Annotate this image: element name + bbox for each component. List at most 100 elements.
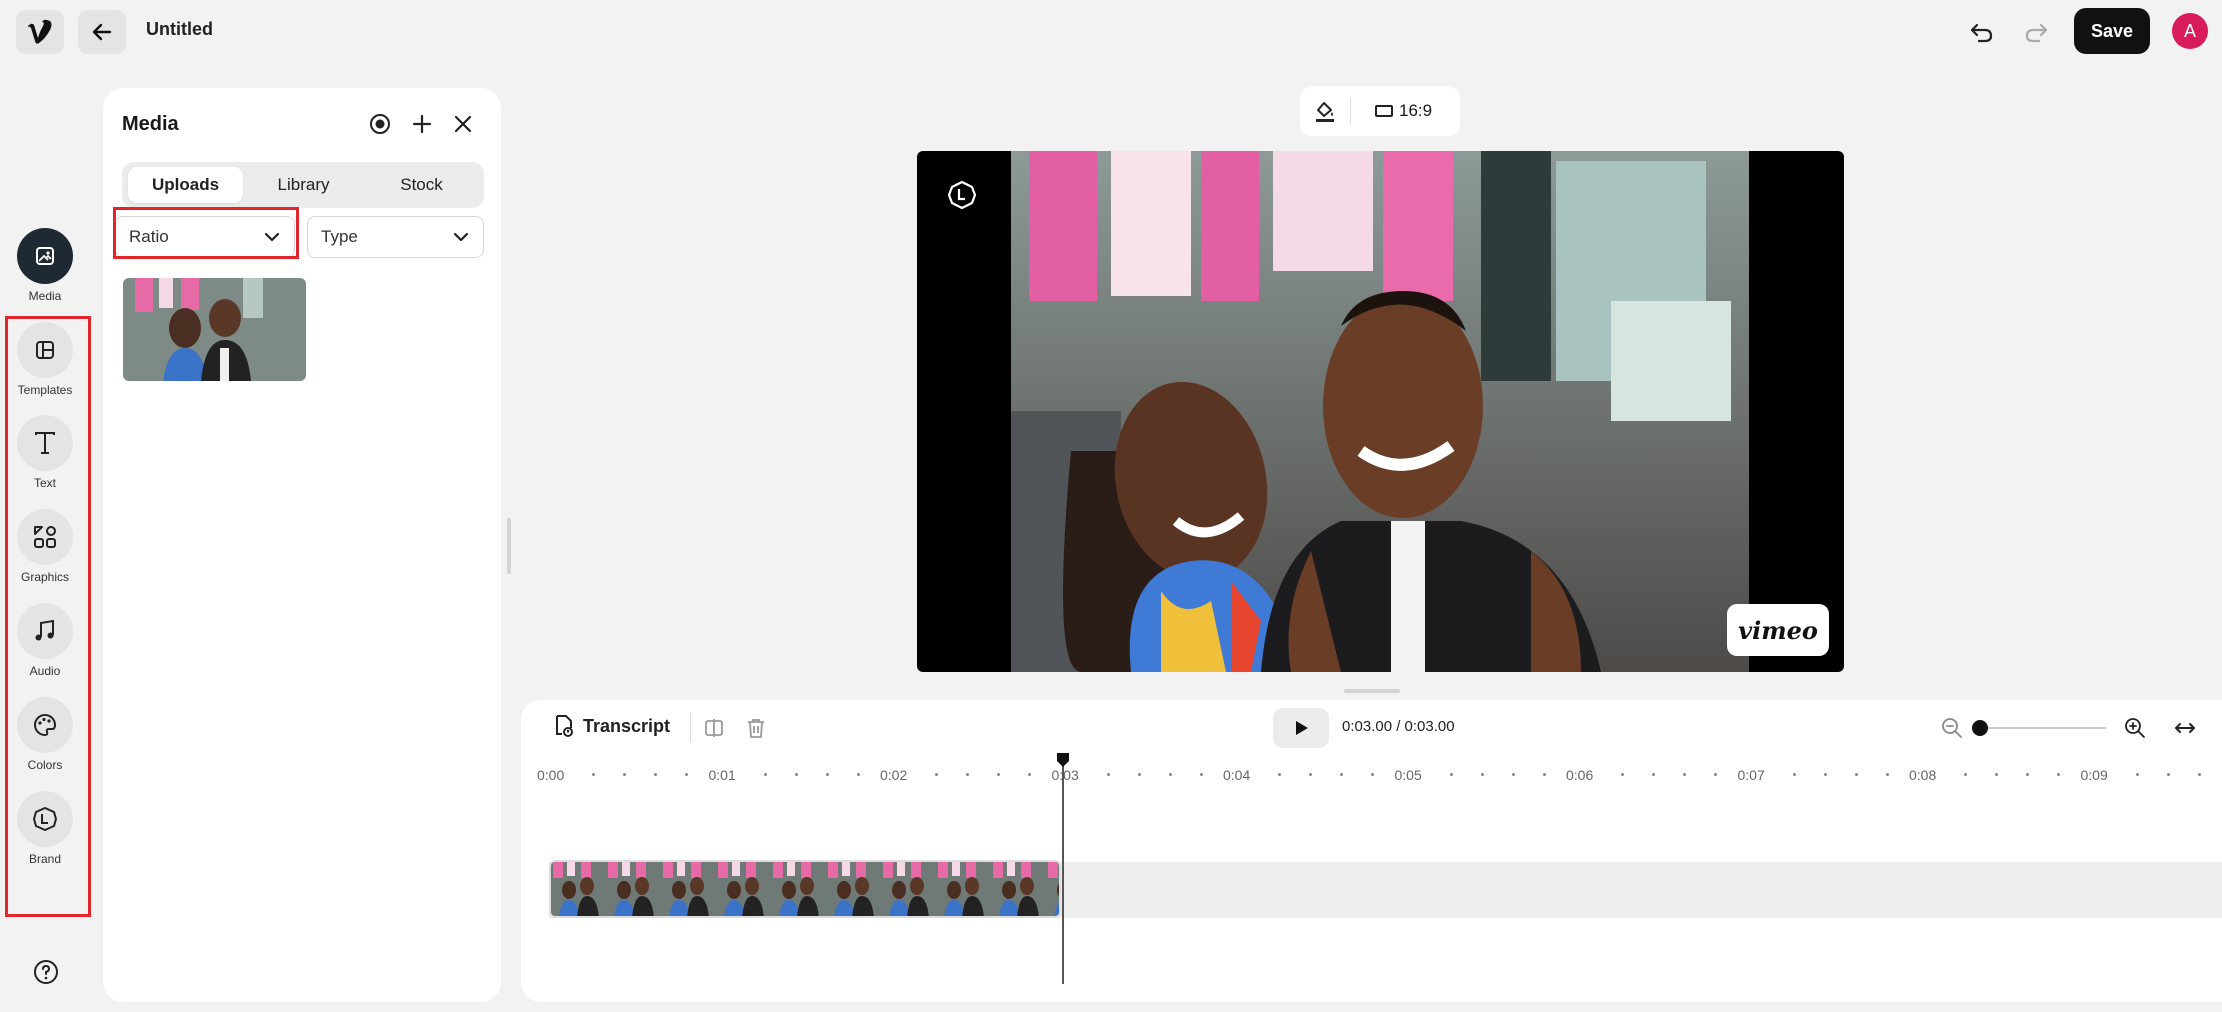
clip-frame (826, 862, 881, 916)
delete-button[interactable] (744, 716, 768, 740)
tab-library[interactable]: Library (246, 167, 361, 203)
uploaded-media-thumbnail[interactable] (123, 278, 306, 381)
canvas-toolbar: 16:9 (1300, 86, 1460, 136)
paint-bucket-icon (1313, 99, 1337, 123)
ruler-tick (1543, 773, 1546, 776)
document-title[interactable]: Untitled (146, 19, 213, 40)
brand-watermark (947, 180, 977, 210)
tab-stock[interactable]: Stock (364, 167, 479, 203)
plus-icon (411, 113, 433, 135)
ruler-tick (1138, 773, 1141, 776)
ruler-tick (935, 773, 938, 776)
type-dropdown[interactable]: Type (307, 216, 484, 258)
trash-icon (745, 717, 767, 739)
aspect-ratio-button[interactable]: 16:9 (1375, 101, 1432, 121)
chevron-down-icon (452, 228, 470, 246)
ruler-tick (623, 773, 626, 776)
ruler-tick (1340, 773, 1343, 776)
ruler-tick (2198, 773, 2201, 776)
media-source-tabs: Uploads Library Stock (122, 162, 484, 208)
vimeo-logo-icon (26, 19, 54, 45)
zoom-slider-track[interactable] (1978, 727, 2106, 729)
clip-frame (1046, 862, 1061, 916)
clip-frame (716, 862, 771, 916)
toolbar-divider (690, 712, 691, 742)
zoom-in-button[interactable] (2123, 716, 2147, 740)
redo-icon (2023, 20, 2049, 44)
back-button[interactable] (78, 10, 126, 54)
close-panel-button[interactable] (450, 111, 476, 137)
ruler-tick (826, 773, 829, 776)
transcript-button[interactable]: Transcript (551, 714, 670, 738)
timeline-resize-handle[interactable] (1344, 689, 1400, 693)
aspect-ratio-label: 16:9 (1399, 101, 1432, 121)
ruler-tick (1621, 773, 1624, 776)
clip-frame (551, 862, 606, 916)
clip-frame (771, 862, 826, 916)
redo-button[interactable] (2018, 14, 2054, 50)
record-icon (369, 113, 391, 135)
video-preview[interactable]: vimeo (917, 151, 1844, 672)
zoom-in-icon (2124, 717, 2146, 739)
brand-badge-icon (947, 180, 977, 210)
playhead-marker-icon (1055, 752, 1071, 768)
arrow-left-icon (90, 20, 114, 44)
tab-uploads[interactable]: Uploads (128, 167, 243, 203)
ruler-tick (1481, 773, 1484, 776)
panel-title: Media (122, 113, 179, 136)
fit-timeline-button[interactable] (2173, 716, 2197, 740)
rail-item-media[interactable]: Media (0, 228, 90, 303)
zoom-slider-knob[interactable] (1972, 720, 1988, 736)
aspect-ratio-icon (1375, 104, 1393, 118)
ruler-label: 0:04 (1223, 767, 1250, 783)
ruler-label: 0:07 (1738, 767, 1765, 783)
user-avatar[interactable]: A (2172, 13, 2208, 49)
ruler-tick (592, 773, 595, 776)
vimeo-home-button[interactable] (16, 10, 64, 54)
add-media-button[interactable] (409, 111, 435, 137)
split-button[interactable] (702, 716, 726, 740)
ruler-tick (966, 773, 969, 776)
clip-frame (991, 862, 1046, 916)
help-icon (33, 959, 59, 985)
ruler-tick (1450, 773, 1453, 776)
help-button[interactable] (33, 959, 59, 985)
playhead-line[interactable] (1062, 762, 1064, 984)
ruler-tick (1278, 773, 1281, 776)
play-button[interactable] (1273, 708, 1329, 748)
type-dropdown-label: Type (321, 227, 358, 247)
zoom-out-button[interactable] (1940, 716, 1964, 740)
zoom-out-icon (1941, 717, 1963, 739)
media-icon (34, 245, 56, 267)
undo-icon (1969, 20, 1995, 44)
background-fill-button[interactable] (1300, 99, 1350, 123)
transcript-label: Transcript (583, 716, 670, 737)
ruler-tick (1886, 773, 1889, 776)
ruler-tick (1824, 773, 1827, 776)
playhead-handle[interactable] (1055, 752, 1071, 768)
ruler-tick (1028, 773, 1031, 776)
fit-width-icon (2173, 717, 2197, 739)
undo-button[interactable] (1964, 14, 2000, 50)
rail-label-media: Media (29, 289, 62, 303)
ruler-label: 0:09 (2081, 767, 2108, 783)
ruler-tick (2136, 773, 2139, 776)
panel-resize-handle[interactable] (507, 518, 511, 574)
ruler-tick (2167, 773, 2170, 776)
ruler-tick (795, 773, 798, 776)
timecode: 0:03.00 / 0:03.00 (1342, 718, 1455, 735)
ruler-tick (1169, 773, 1172, 776)
vimeo-watermark: vimeo (1727, 604, 1829, 656)
ruler-tick (685, 773, 688, 776)
photo-thumbnail (123, 278, 306, 381)
ruler-tick (1683, 773, 1686, 776)
video-clip[interactable] (549, 860, 1061, 918)
ruler-tick (654, 773, 657, 776)
record-button[interactable] (367, 111, 393, 137)
ruler-tick (764, 773, 767, 776)
ruler-tick (857, 773, 860, 776)
rail-selection-highlight (5, 316, 91, 917)
ruler-label: 0:06 (1566, 767, 1593, 783)
transcript-icon (551, 714, 575, 738)
save-button[interactable]: Save (2074, 8, 2150, 54)
